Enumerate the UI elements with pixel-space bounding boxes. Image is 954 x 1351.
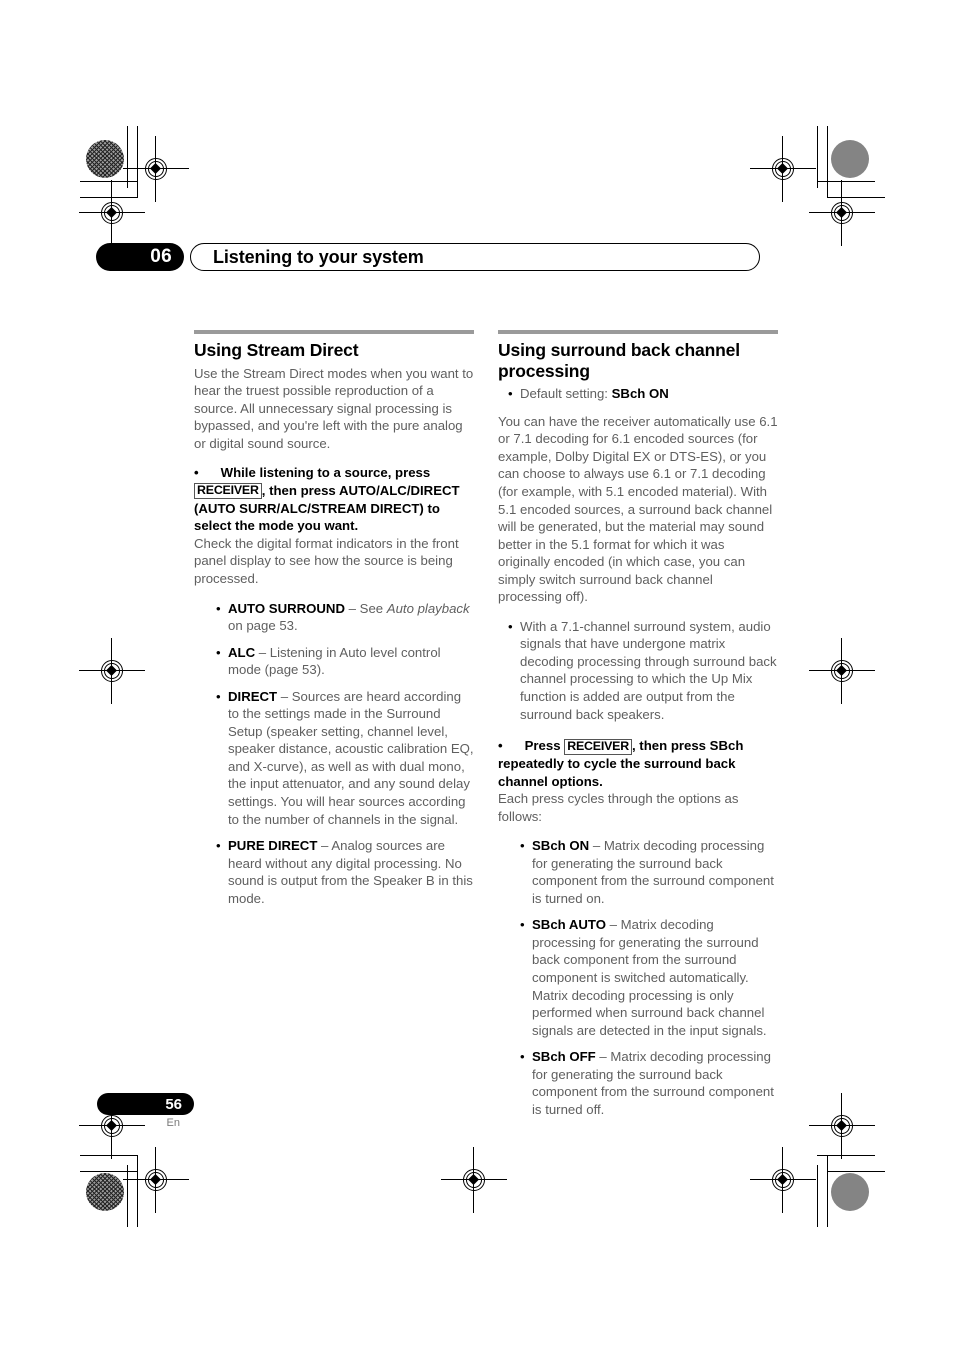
- mode-italic: Auto playback: [386, 600, 470, 616]
- crop-mark-line: [80, 1171, 138, 1172]
- crop-mark-line: [827, 1155, 828, 1227]
- sbch-option-list: SBch ON – Matrix decoding processing for…: [498, 837, 778, 1118]
- left-intro-paragraph: Use the Stream Direct modes when you wan…: [194, 365, 474, 451]
- option-text: – Matrix decoding processing for generat…: [532, 917, 767, 1038]
- bullet-glyph: •: [194, 465, 199, 481]
- crop-mark-line: [827, 197, 885, 198]
- chapter-header: 06 Listening to your system: [96, 243, 760, 271]
- right-section-heading: Using surround back channel processing: [498, 340, 740, 381]
- left-column: Using Stream Direct Use the Stream Direc…: [194, 330, 474, 1118]
- crop-mark-line: [137, 1155, 138, 1227]
- right-intro-paragraph: You can have the receiver automatically …: [498, 413, 778, 605]
- left-section-heading: Using Stream Direct: [194, 340, 359, 360]
- crop-mark-line: [137, 126, 138, 198]
- crop-mark-line: [817, 181, 875, 182]
- default-setting-value: SBch ON: [611, 386, 669, 402]
- crop-mark-line: [127, 126, 128, 188]
- mode-text-a: – Listening in Auto level control mode (…: [228, 644, 441, 678]
- mode-term: DIRECT: [228, 688, 278, 704]
- default-setting-list: Default setting: SBch ON: [498, 385, 778, 403]
- crop-mark-line: [80, 1155, 138, 1156]
- list-item: SBch ON – Matrix decoding processing for…: [520, 837, 778, 907]
- content-columns: Using Stream Direct Use the Stream Direc…: [194, 330, 778, 1118]
- option-term: SBch OFF: [532, 1049, 596, 1065]
- section-rule: [194, 330, 474, 334]
- registration-mark: [750, 1147, 816, 1213]
- registration-mark: [79, 638, 145, 704]
- right-instruction: • Press RECEIVER, then press SBch repeate…: [498, 737, 778, 790]
- list-item: DIRECT – Sources are heard according to …: [216, 688, 474, 828]
- instruction-text-before-key: Press: [524, 738, 565, 754]
- left-instruction: • While listening to a source, press RECE…: [194, 464, 474, 535]
- receiver-key-label: RECEIVER: [564, 738, 632, 755]
- registration-mark: [123, 1147, 189, 1213]
- right-column: Using surround back channel processing D…: [498, 330, 778, 1118]
- registration-mark: [809, 638, 875, 704]
- list-item: AUTO SURROUND – See Auto playback on pag…: [216, 600, 474, 635]
- chapter-number-badge: 06: [96, 243, 184, 271]
- default-setting-label: Default setting:: [520, 386, 612, 402]
- page-language-code: En: [166, 1117, 180, 1129]
- left-instruction-followup: Check the digital format indicators in t…: [194, 535, 459, 586]
- chapter-title: Listening to your system: [190, 243, 760, 271]
- option-term: SBch AUTO: [532, 917, 607, 933]
- list-item: With a 7.1-channel surround system, audi…: [508, 618, 778, 723]
- crop-mark-line: [80, 181, 138, 182]
- crop-mark-line: [817, 126, 818, 188]
- list-item: ALC – Listening in Auto level control mo…: [216, 644, 474, 679]
- registration-mark: [79, 180, 145, 246]
- receiver-key-label: RECEIVER: [194, 483, 262, 500]
- crop-mark-line: [80, 197, 138, 198]
- seven-one-note-list: With a 7.1-channel surround system, audi…: [498, 618, 778, 723]
- option-term: SBch ON: [532, 838, 590, 854]
- crop-mark-line: [827, 1171, 885, 1172]
- list-item: SBch OFF – Matrix decoding processing fo…: [520, 1048, 778, 1118]
- mode-text-b: on page 53.: [228, 618, 298, 634]
- bullet-glyph: •: [498, 738, 503, 754]
- list-item: SBch AUTO – Matrix decoding processing f…: [520, 916, 778, 1039]
- list-item: PURE DIRECT – Analog sources are heard w…: [216, 837, 474, 907]
- registration-mark: [809, 1093, 875, 1159]
- mode-text-a: – Sources are heard according to the set…: [228, 688, 474, 827]
- right-instruction-followup: Each press cycles through the options as…: [498, 791, 739, 824]
- halftone-circle-top-left: [86, 140, 124, 178]
- mode-term: PURE DIRECT: [228, 838, 318, 854]
- crop-mark-line: [817, 1155, 875, 1156]
- mode-text-a: – See: [344, 600, 387, 616]
- stream-direct-mode-list: AUTO SURROUND – See Auto playback on pag…: [194, 600, 474, 908]
- halftone-circle-bottom-right: [831, 1173, 869, 1211]
- mode-term: AUTO SURROUND: [228, 600, 345, 616]
- halftone-circle-bottom-left: [86, 1173, 124, 1211]
- section-rule: [498, 330, 778, 334]
- halftone-circle-top-right: [831, 140, 869, 178]
- mode-term: ALC: [228, 644, 256, 660]
- list-item: Default setting: SBch ON: [508, 385, 778, 403]
- registration-mark: [441, 1147, 507, 1213]
- crop-mark-line: [827, 126, 828, 198]
- crop-mark-line: [817, 1165, 818, 1227]
- registration-mark: [123, 136, 189, 202]
- document-page: 06 Listening to your system Using Stream…: [0, 0, 954, 1351]
- registration-mark: [750, 136, 816, 202]
- instruction-text-before-key: While listening to a source, press: [220, 465, 431, 481]
- registration-mark: [809, 180, 875, 246]
- page-number-badge: 56: [97, 1093, 194, 1115]
- crop-mark-line: [127, 1165, 128, 1227]
